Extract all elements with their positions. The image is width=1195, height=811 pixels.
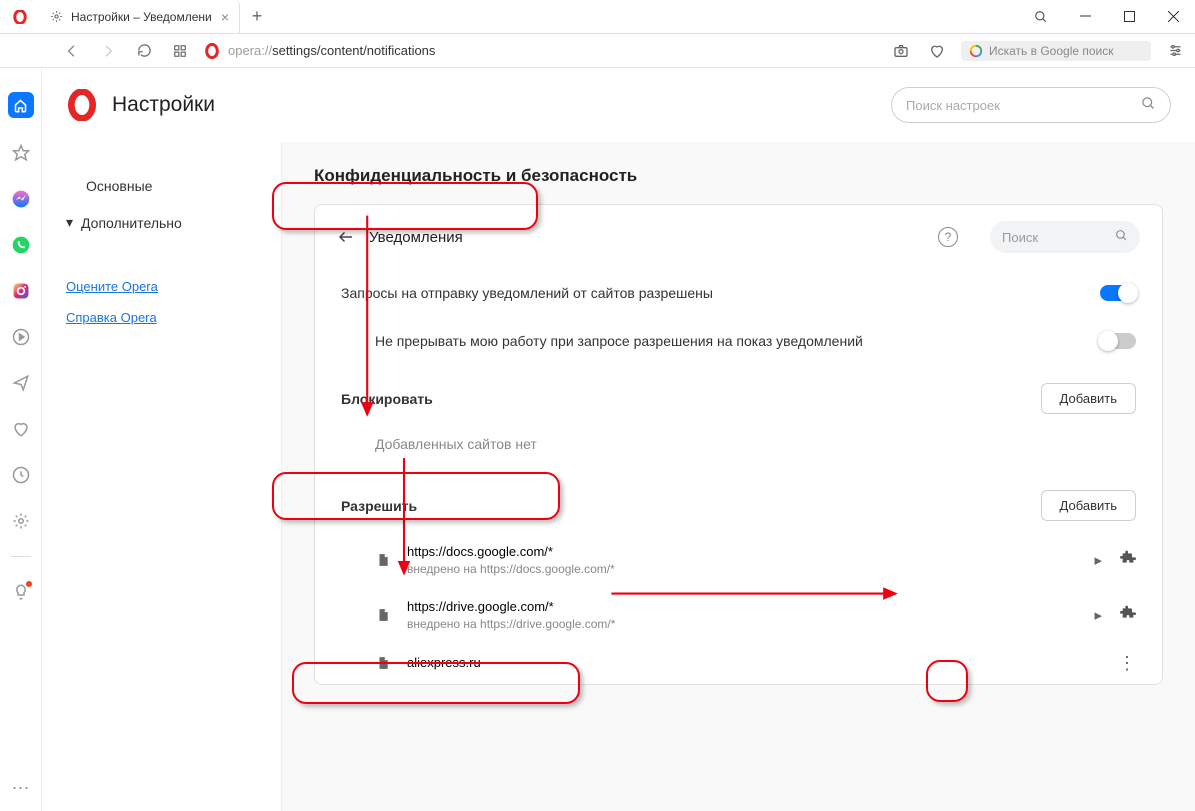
block-empty-text: Добавленных сайтов нет [315, 426, 1162, 472]
opera-icon [204, 43, 220, 59]
titlebar: Настройки – Уведомлени × + [0, 0, 1195, 34]
site-row: aliexpress.ru ⋮ [315, 643, 1162, 684]
chevron-right-icon[interactable]: ▸ [1094, 606, 1102, 624]
google-search-box[interactable]: Искать в Google поиск [961, 41, 1151, 61]
address-bar[interactable]: opera://settings/content/notifications [204, 43, 877, 59]
heart-button[interactable] [925, 39, 949, 63]
nav-advanced[interactable]: ▾Дополнительно [62, 204, 261, 241]
settings-rail-icon[interactable] [10, 510, 32, 532]
file-icon [375, 655, 391, 671]
extension-icon [1120, 550, 1136, 570]
card-title: Уведомления [369, 229, 924, 246]
site-row: https://docs.google.com/*внедрено на htt… [315, 533, 1162, 588]
history-icon[interactable] [10, 464, 32, 486]
nav-basic[interactable]: Основные [62, 168, 261, 204]
site-row: https://drive.google.com/*внедрено на ht… [315, 588, 1162, 643]
heart-rail-icon[interactable] [10, 418, 32, 440]
settings-nav: Основные ▾Дополнительно Оцените Opera Сп… [42, 142, 282, 811]
sidebar-rail: ⋯ [0, 68, 42, 811]
forward-button[interactable] [96, 39, 120, 63]
tab-close-icon[interactable]: × [221, 9, 229, 25]
toolbar: opera://settings/content/notifications И… [0, 34, 1195, 68]
option-ask-row[interactable]: Запросы на отправку уведомлений от сайто… [315, 269, 1162, 317]
browser-tab[interactable]: Настройки – Уведомлени × [40, 0, 240, 33]
send-icon[interactable] [10, 372, 32, 394]
close-window-button[interactable] [1151, 0, 1195, 34]
settings-header: Настройки Поиск настроек [42, 68, 1195, 142]
chevron-right-icon[interactable]: ▸ [1094, 551, 1102, 569]
add-block-button[interactable]: Добавить [1041, 383, 1136, 414]
allow-section-header: Разрешить Добавить [315, 472, 1162, 533]
snapshot-button[interactable] [889, 39, 913, 63]
messenger-icon[interactable] [10, 188, 32, 210]
settings-search-input[interactable]: Поиск настроек [891, 87, 1171, 123]
toggle-on[interactable] [1100, 285, 1136, 301]
star-icon[interactable] [10, 142, 32, 164]
opera-logo-icon [66, 89, 98, 121]
maximize-button[interactable] [1107, 0, 1151, 34]
section-title: Конфиденциальность и безопасность [314, 166, 1163, 186]
bulb-icon[interactable] [10, 581, 32, 603]
notifications-card: Уведомления ? Поиск Запросы на отправку … [314, 204, 1163, 685]
search-icon [1141, 96, 1156, 114]
page-title: Настройки [112, 93, 215, 117]
back-arrow-icon[interactable] [337, 228, 355, 246]
search-icon [1115, 229, 1128, 245]
instagram-icon[interactable] [10, 280, 32, 302]
home-icon[interactable] [8, 92, 34, 118]
settings-panel: Конфиденциальность и безопасность Уведом… [282, 142, 1195, 811]
option-quiet-row[interactable]: Не прерывать мою работу при запросе разр… [315, 317, 1162, 365]
help-icon[interactable]: ? [938, 227, 958, 247]
whatsapp-icon[interactable] [10, 234, 32, 256]
easy-setup-button[interactable] [1163, 39, 1187, 63]
window-search-button[interactable] [1019, 0, 1063, 34]
inner-search-input[interactable]: Поиск [990, 221, 1140, 253]
more-menu-button[interactable]: ⋮ [1118, 653, 1136, 674]
tab-title: Настройки – Уведомлени [71, 10, 212, 24]
file-icon [375, 552, 391, 568]
back-button[interactable] [60, 39, 84, 63]
extension-icon [1120, 605, 1136, 625]
add-allow-button[interactable]: Добавить [1041, 490, 1136, 521]
speed-dial-button[interactable] [168, 39, 192, 63]
google-icon [969, 44, 983, 58]
new-tab-button[interactable]: + [240, 0, 274, 33]
chevron-down-icon: ▾ [66, 214, 73, 231]
rate-opera-link[interactable]: Оцените Opera [62, 271, 261, 302]
opera-menu-button[interactable] [0, 0, 40, 33]
file-icon [375, 607, 391, 623]
toggle-off[interactable] [1100, 333, 1136, 349]
help-opera-link[interactable]: Справка Opera [62, 302, 261, 333]
divider [11, 556, 31, 557]
gear-icon [50, 10, 63, 23]
reload-button[interactable] [132, 39, 156, 63]
block-section-header: Блокировать Добавить [315, 365, 1162, 426]
more-rail-icon[interactable]: ⋯ [12, 778, 30, 799]
minimize-button[interactable] [1063, 0, 1107, 34]
play-icon[interactable] [10, 326, 32, 348]
